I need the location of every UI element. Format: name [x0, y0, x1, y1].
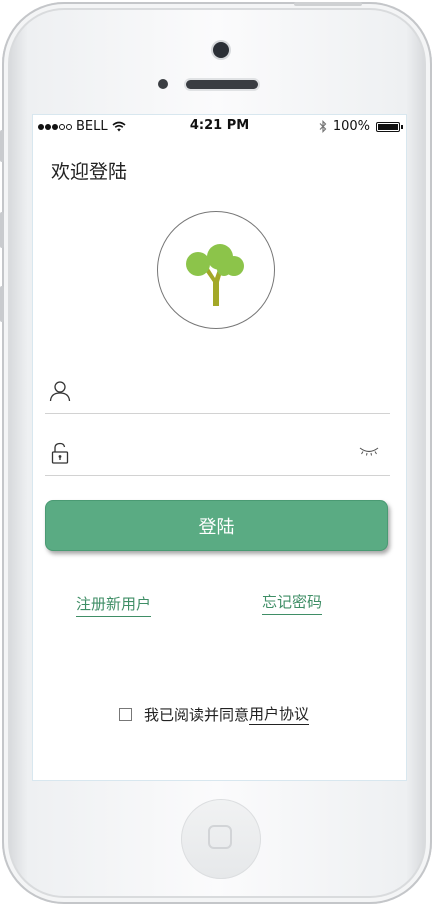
- mute-switch: [0, 130, 4, 162]
- agreement-checkbox[interactable]: [119, 707, 132, 721]
- username-field[interactable]: [45, 369, 390, 413]
- home-button-square: [208, 825, 232, 849]
- app-logo: [157, 211, 275, 329]
- forgot-password-link[interactable]: 忘记密码: [262, 591, 323, 615]
- user-icon: [49, 381, 71, 402]
- volume-up-button: [0, 212, 4, 248]
- login-button[interactable]: 登陆: [45, 500, 388, 551]
- earpiece-speaker: [186, 80, 258, 89]
- register-link[interactable]: 注册新用户: [76, 593, 152, 617]
- battery-percent: 100%: [332, 119, 370, 134]
- password-underline: [45, 475, 390, 476]
- status-bar: BELL 4:21 PM 100%: [33, 115, 406, 137]
- user-agreement-link[interactable]: 用户协议: [249, 703, 310, 725]
- home-button[interactable]: [181, 799, 261, 879]
- tree-icon: [186, 244, 244, 306]
- username-underline: [45, 413, 390, 414]
- agreement-row: 我已阅读并同意 用户协议: [119, 703, 310, 725]
- battery-icon: [376, 121, 403, 132]
- app-screen: BELL 4:21 PM 100% 欢迎登陆 登陆 注册新用户 忘记密码 我已阅…: [32, 114, 407, 781]
- password-field[interactable]: [45, 431, 345, 475]
- page-title: 欢迎登陆: [51, 161, 128, 183]
- power-button: [294, 2, 362, 6]
- bluetooth-icon: [319, 120, 327, 133]
- eye-closed-icon[interactable]: [358, 445, 380, 457]
- front-camera: [213, 42, 229, 58]
- status-right: 100%: [319, 119, 403, 134]
- proximity-sensor: [158, 79, 168, 89]
- agreement-text: 我已阅读并同意: [144, 705, 250, 724]
- lock-icon: [51, 442, 69, 464]
- volume-down-button: [0, 286, 4, 322]
